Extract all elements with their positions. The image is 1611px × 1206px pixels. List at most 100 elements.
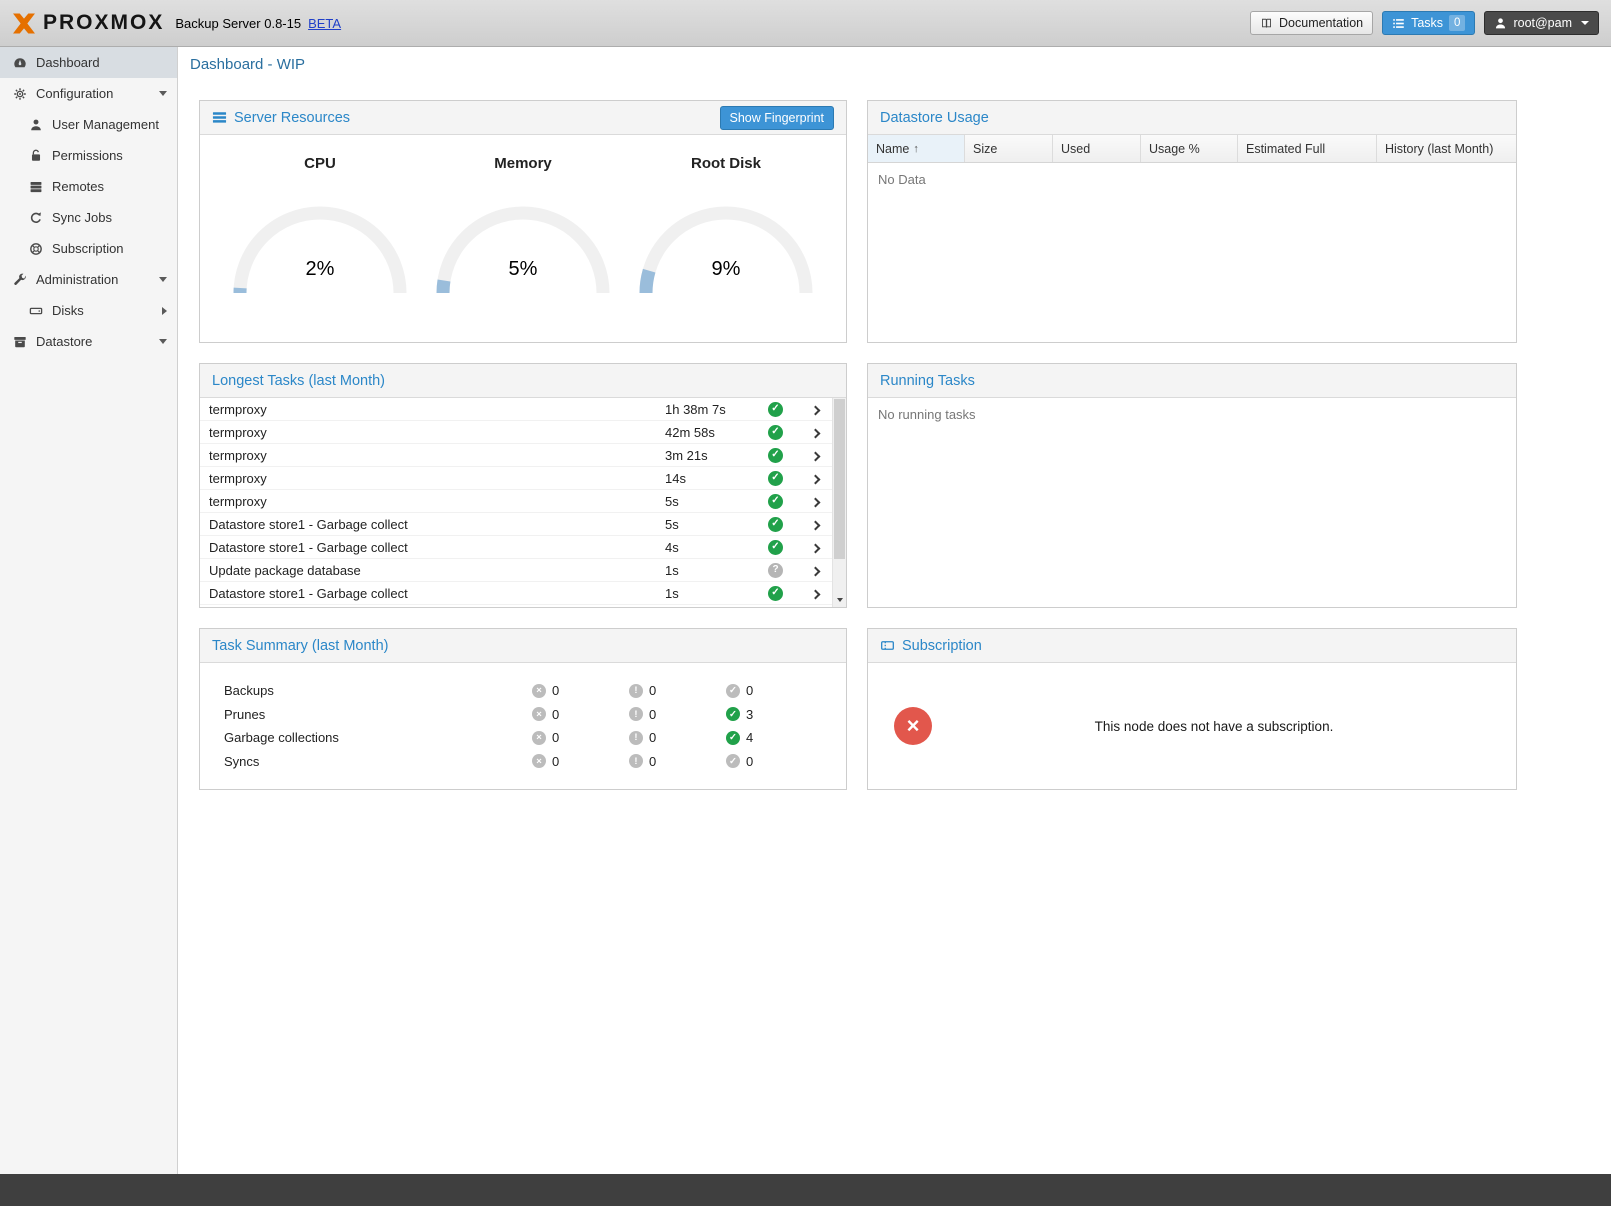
task-duration: 1s — [665, 563, 768, 578]
cpu-gauge-arc: 2% — [230, 196, 410, 296]
chevron-right-icon[interactable] — [810, 589, 820, 599]
warning-count: 0 — [649, 683, 656, 698]
show-fingerprint-button[interactable]: Show Fingerprint — [720, 106, 835, 130]
task-duration: 5s — [665, 517, 768, 532]
column-header-used[interactable]: Used — [1053, 135, 1141, 162]
task-row[interactable]: Datastore store1 - Garbage collect 4s ✓ — [200, 536, 846, 559]
scrollbar[interactable] — [832, 398, 846, 607]
task-row[interactable]: Datastore store1 - Garbage collect 1s ✓ — [200, 582, 846, 605]
no-data-text: No Data — [868, 163, 1516, 196]
task-duration: 4s — [665, 540, 768, 555]
resource-gauges: CPU 2% Memory — [200, 135, 846, 342]
sidebar-item-label: Dashboard — [36, 55, 167, 70]
sidebar-item-configuration[interactable]: Configuration — [0, 78, 177, 109]
task-row[interactable]: termproxy 14s ✓ — [200, 467, 846, 490]
content-area: Dashboard - WIP Server Resources Show Fi… — [178, 47, 1611, 1174]
task-duration: 42m 58s — [665, 425, 768, 440]
task-name: Datastore store1 - Garbage collect — [209, 540, 665, 555]
chevron-right-icon[interactable] — [810, 543, 820, 553]
ok-count: 4 — [746, 730, 753, 745]
user-icon — [28, 118, 44, 132]
top-header-bar: PROXMOX Backup Server 0.8-15 BETA Docume… — [0, 0, 1611, 47]
subscription-body: × This node does not have a subscription… — [868, 663, 1516, 789]
server-resources-icon — [212, 110, 227, 125]
summary-label: Prunes — [224, 707, 532, 722]
summary-row-syncs: Syncs ×0 !0 ✓0 — [224, 750, 846, 774]
user-menu-button[interactable]: root@pam — [1484, 11, 1599, 35]
refresh-icon — [28, 211, 44, 225]
task-duration: 5s — [665, 494, 768, 509]
sidebar-item-disks[interactable]: Disks — [0, 295, 177, 326]
sidebar-item-label: Sync Jobs — [52, 210, 167, 225]
column-header-estimated-full[interactable]: Estimated Full — [1238, 135, 1377, 162]
task-duration: 1h 38m 7s — [665, 402, 768, 417]
task-summary-body: Backups ×0 !0 ✓0 Prunes ×0 !0 ✓3 — [200, 663, 846, 789]
column-header-name[interactable]: Name ↑ — [868, 135, 965, 162]
chevron-right-icon[interactable] — [810, 474, 820, 484]
tasks-label: Tasks — [1411, 16, 1443, 30]
sidebar-item-label: User Management — [52, 117, 167, 132]
tasks-button[interactable]: Tasks 0 — [1382, 11, 1475, 35]
memory-gauge: Memory 5% — [422, 155, 625, 342]
sidebar-item-subscription[interactable]: Subscription — [0, 233, 177, 264]
column-header-size[interactable]: Size — [965, 135, 1053, 162]
column-header-history[interactable]: History (last Month) — [1377, 135, 1516, 162]
task-status-ok-icon: ✓ — [768, 494, 783, 509]
warning-circle-icon: ! — [629, 754, 643, 768]
error-circle-icon: × — [532, 684, 546, 698]
datastore-table-header: Name ↑ Size Used Usage % Estimated Full … — [868, 135, 1516, 163]
task-row[interactable]: termproxy 1h 38m 7s ✓ — [200, 398, 846, 421]
panel-row-2: Longest Tasks (last Month) termproxy 1h … — [199, 363, 1611, 608]
root-disk-gauge-value: 9% — [636, 258, 816, 281]
documentation-label: Documentation — [1279, 16, 1363, 30]
chevron-right-icon[interactable] — [810, 405, 820, 415]
user-label: root@pam — [1513, 16, 1572, 30]
product-version-label: Backup Server 0.8-15 — [175, 16, 301, 31]
error-count: 0 — [552, 754, 559, 769]
chevron-right-icon[interactable] — [810, 520, 820, 530]
warning-circle-icon: ! — [629, 684, 643, 698]
sidebar-item-administration[interactable]: Administration — [0, 264, 177, 295]
page-title: Dashboard - WIP — [190, 56, 305, 73]
ok-count: 0 — [746, 683, 753, 698]
scrollbar-down-button[interactable] — [833, 593, 846, 607]
chevron-right-icon[interactable] — [810, 451, 820, 461]
scrollbar-thumb[interactable] — [834, 399, 845, 559]
header-actions: Documentation Tasks 0 root@pam — [1250, 11, 1599, 35]
column-header-usage-pct[interactable]: Usage % — [1141, 135, 1238, 162]
error-circle-icon: × — [532, 754, 546, 768]
task-status-ok-icon: ✓ — [768, 448, 783, 463]
ticket-icon — [880, 638, 895, 653]
task-row[interactable]: termproxy 42m 58s ✓ — [200, 421, 846, 444]
task-row[interactable]: Datastore store1 - Garbage collect 5s ✓ — [200, 513, 846, 536]
task-status-ok-icon: ✓ — [768, 586, 783, 601]
task-row[interactable]: termproxy 3m 21s ✓ — [200, 444, 846, 467]
root-disk-gauge: Root Disk 9% — [625, 155, 828, 342]
sidebar-item-remotes[interactable]: Remotes — [0, 171, 177, 202]
sidebar-item-datastore[interactable]: Datastore — [0, 326, 177, 357]
sidebar-item-permissions[interactable]: Permissions — [0, 140, 177, 171]
error-count: 0 — [552, 683, 559, 698]
warning-count: 0 — [649, 707, 656, 722]
task-name: termproxy — [209, 448, 665, 463]
sidebar-item-sync-jobs[interactable]: Sync Jobs — [0, 202, 177, 233]
brand-wordmark: PROXMOX — [43, 11, 164, 35]
beta-link[interactable]: BETA — [308, 16, 341, 31]
chevron-right-icon[interactable] — [810, 566, 820, 576]
sort-ascending-icon: ↑ — [913, 143, 919, 155]
chevron-right-icon[interactable] — [810, 428, 820, 438]
sidebar-item-label: Administration — [36, 272, 151, 287]
subscription-message: This node does not have a subscription. — [932, 719, 1496, 734]
sidebar-item-label: Datastore — [36, 334, 151, 349]
task-name: termproxy — [209, 471, 665, 486]
task-row[interactable]: termproxy 5s ✓ — [200, 490, 846, 513]
task-summary-title: Task Summary (last Month) — [212, 638, 388, 654]
cpu-gauge-label: CPU — [304, 155, 336, 172]
sidebar-item-user-management[interactable]: User Management — [0, 109, 177, 140]
task-row[interactable]: Update package database 1s ? — [200, 559, 846, 582]
sidebar-item-dashboard[interactable]: Dashboard — [0, 47, 177, 78]
chevron-right-icon[interactable] — [810, 497, 820, 507]
documentation-button[interactable]: Documentation — [1250, 11, 1373, 35]
summary-label: Garbage collections — [224, 730, 532, 745]
memory-gauge-arc: 5% — [433, 196, 613, 296]
